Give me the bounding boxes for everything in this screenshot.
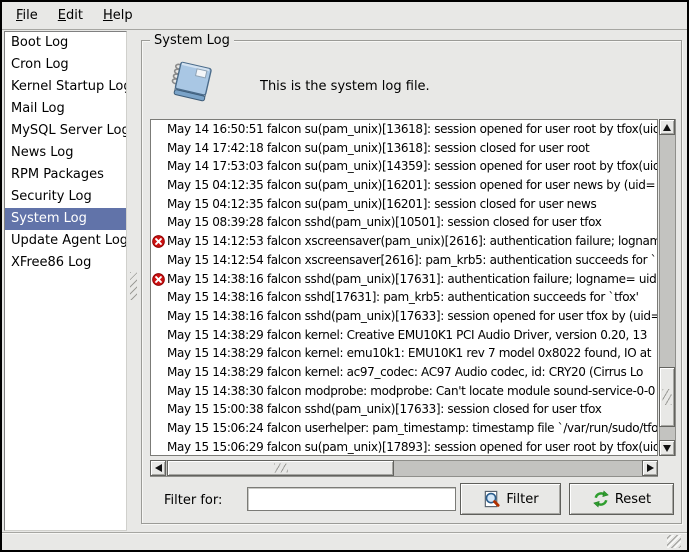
scroll-down-button[interactable] [659,440,675,456]
log-row-text: May 15 14:12:53 falcon xscreensaver(pam_… [167,234,657,248]
log-row[interactable]: May 15 15:06:24 falcon userhelper: pam_t… [151,419,657,438]
window-resize-grip[interactable] [667,535,681,548]
menu-file[interactable]: File [6,4,48,27]
filter-label: Filter for: [164,493,222,508]
up-arrow-icon [663,124,671,131]
log-row-text: May 15 14:38:16 falcon sshd(pam_unix)[17… [167,272,657,286]
right-arrow-icon [647,464,654,472]
log-row[interactable]: May 15 14:12:53 falcon xscreensaver(pam_… [151,232,657,251]
filter-button[interactable]: Filter [460,483,561,515]
menu-help[interactable]: Help [93,4,143,27]
sidebar-item-rpm-packages[interactable]: RPM Packages [5,164,126,186]
sidebar-item-kernel-startup-log[interactable]: Kernel Startup Log [5,76,126,98]
error-icon [152,273,165,286]
menubar: FileEditHelp [2,2,687,30]
down-arrow-icon [663,445,671,452]
log-row-text: May 15 15:00:38 falcon sshd(pam_unix)[17… [167,402,601,416]
log-row[interactable]: May 15 04:12:35 falcon su(pam_unix)[1620… [151,176,657,195]
sidebar-item-mail-log[interactable]: Mail Log [5,98,126,120]
log-row[interactable]: May 15 14:38:30 falcon modprobe: modprob… [151,382,657,401]
error-icon [152,235,165,248]
sidebar-item-system-log[interactable]: System Log [5,208,126,230]
log-row[interactable]: May 15 14:38:29 falcon kernel: ac97_code… [151,363,657,382]
sidebar-item-xfree86-log[interactable]: XFree86 Log [5,252,126,274]
sidebar-item-boot-log[interactable]: Boot Log [5,32,126,54]
log-row-text: May 15 15:06:24 falcon userhelper: pam_t… [167,421,657,435]
log-row-text: May 15 14:38:30 falcon modprobe: modprob… [167,384,655,398]
log-row[interactable]: May 15 15:06:29 falcon su(pam_unix)[1789… [151,438,657,456]
log-row-text: May 15 14:38:16 falcon sshd(pam_unix)[17… [167,309,657,323]
pane-grip-icon [130,272,137,300]
frame-title: System Log [150,33,234,48]
log-file-sidebar[interactable]: Boot LogCron LogKernel Startup LogMail L… [4,31,127,531]
scroll-right-button[interactable] [642,460,658,476]
log-row-text: May 15 14:38:29 falcon kernel: Creative … [167,328,647,342]
log-row-text: May 15 14:12:54 falcon xscreensaver[2616… [167,253,656,267]
log-row-text: May 15 14:38:29 falcon kernel: ac97_code… [167,365,643,379]
pane-resize-handle[interactable] [128,31,140,531]
log-row-text: May 14 17:53:03 falcon su(pam_unix)[1435… [167,159,657,173]
reset-refresh-icon [592,490,610,508]
log-row-text: May 15 08:39:28 falcon sshd(pam_unix)[10… [167,215,601,229]
log-row-text: May 15 15:06:29 falcon su(pam_unix)[1789… [167,440,657,454]
log-row[interactable]: May 14 17:53:03 falcon su(pam_unix)[1435… [151,157,657,176]
notebook-icon [168,59,216,105]
log-row-text: May 15 04:12:35 falcon su(pam_unix)[1620… [167,178,655,192]
log-row[interactable]: May 14 16:50:51 falcon su(pam_unix)[1361… [151,120,657,139]
log-row[interactable]: May 15 14:12:54 falcon xscreensaver[2616… [151,251,657,270]
h-scroll-thumb[interactable] [167,460,394,476]
log-row[interactable]: May 15 08:39:28 falcon sshd(pam_unix)[10… [151,213,657,232]
log-row[interactable]: May 15 04:12:35 falcon su(pam_unix)[1620… [151,195,657,214]
left-arrow-icon [155,464,162,472]
log-row[interactable]: May 15 14:38:16 falcon sshd[17631]: pam_… [151,288,657,307]
sidebar-item-cron-log[interactable]: Cron Log [5,54,126,76]
v-scroll-thumb[interactable] [659,367,675,427]
log-row-text: May 14 17:42:18 falcon su(pam_unix)[1361… [167,141,589,155]
sidebar-item-news-log[interactable]: News Log [5,142,126,164]
log-row[interactable]: May 15 14:38:29 falcon kernel: emu10k1: … [151,344,657,363]
sidebar-item-update-agent-log[interactable]: Update Agent Log [5,230,126,252]
log-list[interactable]: May 14 16:50:51 falcon su(pam_unix)[1361… [150,119,658,456]
log-row-text: May 14 16:50:51 falcon su(pam_unix)[1361… [167,122,657,136]
log-row[interactable]: May 15 15:00:38 falcon sshd(pam_unix)[17… [151,400,657,419]
sidebar-item-security-log[interactable]: Security Log [5,186,126,208]
scroll-up-button[interactable] [659,119,675,135]
log-row[interactable]: May 15 14:38:16 falcon sshd(pam_unix)[17… [151,270,657,289]
filter-button-label: Filter [506,492,538,507]
statusbar [2,532,687,550]
log-description: This is the system log file. [260,79,430,94]
reset-button-label: Reset [615,492,651,507]
reset-button[interactable]: Reset [569,483,674,515]
filter-input[interactable] [247,487,456,511]
filter-search-icon [482,490,501,509]
log-row[interactable]: May 14 17:42:18 falcon su(pam_unix)[1361… [151,139,657,158]
menu-edit[interactable]: Edit [48,4,93,27]
sidebar-item-mysql-server-log[interactable]: MySQL Server Log [5,120,126,142]
main-frame: System Log This is the system log file. [141,40,682,524]
log-row[interactable]: May 15 14:38:29 falcon kernel: Creative … [151,326,657,345]
app-window: FileEditHelp Boot LogCron LogKernel Star… [0,0,689,552]
h-scrollbar[interactable] [150,460,658,477]
scroll-left-button[interactable] [150,460,166,476]
v-scrollbar[interactable] [659,119,676,456]
log-row-text: May 15 04:12:35 falcon su(pam_unix)[1620… [167,197,596,211]
log-row-text: May 15 14:38:29 falcon kernel: emu10k1: … [167,346,651,360]
log-row-text: May 15 14:38:16 falcon sshd[17631]: pam_… [167,290,639,304]
log-row[interactable]: May 15 14:38:16 falcon sshd(pam_unix)[17… [151,307,657,326]
